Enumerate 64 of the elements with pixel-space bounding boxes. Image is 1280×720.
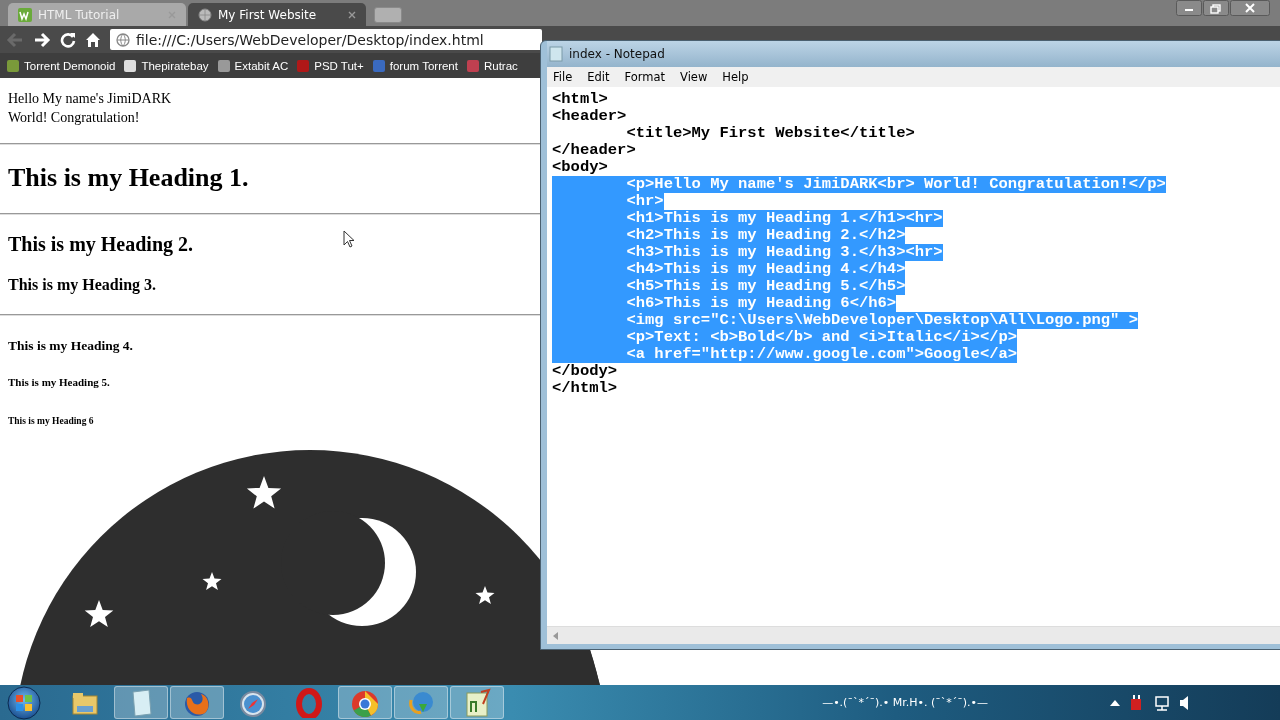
bookmark-favicon-icon: [296, 58, 311, 73]
bookmark-item[interactable]: PSD Tut+: [296, 58, 364, 73]
power-plug-icon[interactable]: [1130, 694, 1144, 711]
bookmark-favicon-icon: [6, 58, 20, 73]
bookmark-item[interactable]: Extabit AC: [216, 58, 289, 73]
code-line: </body>: [552, 363, 618, 380]
bookmark-favicon-icon: [216, 58, 231, 73]
taskbar-button[interactable]: [394, 686, 448, 719]
bookmark-favicon-icon: [371, 58, 386, 73]
mouse-cursor-icon: [343, 230, 355, 248]
heading-text: This is my Heading 2.: [8, 233, 194, 256]
heading-text: This is my Heading 3.: [8, 276, 157, 294]
bookmark-favicon-icon: [123, 58, 138, 73]
heading-text: This is my Heading 5.: [8, 376, 110, 388]
speaker-icon[interactable]: [1180, 695, 1190, 710]
browser-tab[interactable]: My First Website: [188, 3, 366, 26]
globe-icon: [198, 7, 212, 22]
menu-item[interactable]: View: [680, 70, 708, 84]
code-line: <header>: [552, 108, 627, 125]
menu-item[interactable]: Help: [722, 70, 749, 84]
menu-item[interactable]: Format: [624, 70, 666, 84]
menu-item[interactable]: Edit: [587, 70, 610, 84]
forward-arrow-icon[interactable]: [33, 31, 51, 48]
code-line: </html>: [552, 380, 618, 397]
restore-icon[interactable]: [1203, 0, 1229, 16]
bookmark-item[interactable]: Rutrac: [465, 58, 518, 73]
toolbar-text: —•.(¯`*´¯).• Mr.H•. (¯`*´¯).•—: [822, 696, 988, 709]
taskbar-button[interactable]: [338, 686, 392, 719]
network-icon[interactable]: [1154, 694, 1170, 711]
bookmark-item[interactable]: forum Torrent: [371, 58, 458, 73]
show-hidden-icons-icon[interactable]: [1110, 698, 1120, 707]
taskbar-button[interactable]: [170, 686, 224, 719]
close-icon[interactable]: [348, 10, 356, 19]
globe-icon: [116, 32, 130, 47]
code-line: <title>My First Website</title>: [625, 125, 915, 142]
home-icon[interactable]: [85, 31, 101, 48]
bookmark-favicon-icon: [465, 58, 480, 73]
taskbar-button[interactable]: [114, 686, 168, 719]
address-text: file:///C:/Users/WebDeveloper/Desktop/index.html: [136, 31, 485, 48]
scroll-left-arrow-icon[interactable]: [553, 631, 559, 640]
bookmark-item[interactable]: Thepiratebay: [123, 58, 209, 73]
opera-icon: [293, 687, 325, 718]
heading-text: This is my Heading 1.: [8, 163, 249, 193]
window-title: index - Notepad: [569, 47, 665, 61]
tab-label: My First Website: [218, 7, 318, 22]
tab-label: HTML Tutorial: [38, 7, 121, 22]
text-editor[interactable]: [547, 87, 1280, 626]
start-button[interactable]: [6, 685, 42, 720]
menu-item[interactable]: File: [553, 70, 573, 84]
taskbar-button[interactable]: [450, 686, 504, 719]
w3-logo-icon: [18, 7, 32, 22]
heading-text: This is my Heading 4.: [8, 338, 133, 354]
reload-icon[interactable]: [60, 31, 76, 48]
minimize-icon[interactable]: [1176, 0, 1202, 16]
bookmark-item[interactable]: Torrent Demonoid: [6, 58, 116, 73]
code-line: <body>: [552, 159, 608, 176]
notepad-icon: [549, 46, 563, 62]
close-icon[interactable]: [1230, 0, 1270, 16]
paragraph-text: Hello My name's JimiDARK World! Congratulation!: [8, 90, 172, 127]
code-line: <html>: [552, 91, 608, 108]
address-bar[interactable]: file:///C:/Users/WebDeveloper/Desktop/index.html: [110, 29, 542, 50]
code-line: </header>: [552, 142, 636, 159]
heading-text: This is my Heading 6: [8, 416, 94, 426]
horizontal-scrollbar[interactable]: [547, 626, 1280, 644]
